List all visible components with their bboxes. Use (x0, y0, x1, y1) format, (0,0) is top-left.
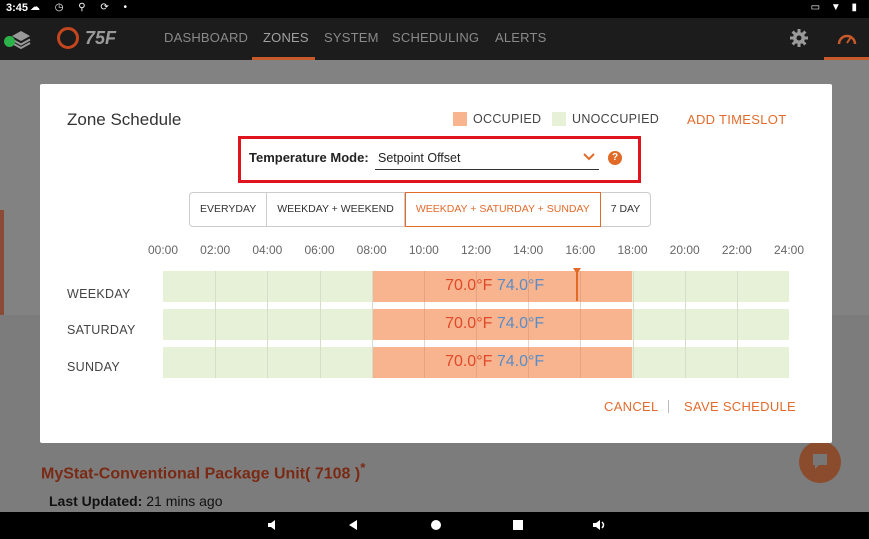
day-label-saturday: SATURDAY (67, 323, 136, 337)
schedule-type-selector: EVERYDAY WEEKDAY + WEEKEND WEEKDAY + SAT… (189, 192, 652, 227)
dialog-title: Zone Schedule (67, 110, 182, 129)
hour-gridline (371, 271, 373, 378)
status-time: 3:45 (6, 2, 29, 14)
temperature-mode-label: Temperature Mode: (249, 150, 369, 165)
temperature-mode-value: Setpoint Offset (378, 151, 461, 165)
cooling-setpoint: 74.0°F (492, 353, 545, 370)
chat-icon (813, 454, 827, 469)
hour-label: 08:00 (356, 243, 387, 257)
hour-gridline (632, 271, 634, 378)
last-updated: Last Updated: 21 mins ago (49, 493, 223, 509)
recents-icon[interactable] (511, 518, 525, 532)
volume-up-icon[interactable] (592, 518, 606, 532)
setpoint-text: 70.0°F 74.0°F (445, 353, 544, 371)
schedule-type-weekday-saturday-sunday[interactable]: WEEKDAY + SATURDAY + SUNDAY (404, 192, 601, 227)
status-icons-left: ☁ ◷ ⚲ ⟳ • (30, 2, 134, 13)
day-label-sunday: SUNDAY (67, 360, 120, 374)
hour-label: 02:00 (200, 243, 231, 257)
hour-label: 24:00 (773, 243, 805, 257)
gauge-icon[interactable] (837, 29, 857, 49)
cancel-button[interactable]: CANCEL (604, 399, 659, 414)
gear-icon[interactable] (789, 28, 809, 48)
hour-label: 22:00 (721, 243, 752, 257)
current-time-marker-tip (573, 268, 581, 274)
hour-label: 14:00 (513, 243, 544, 257)
hour-label: 20:00 (669, 243, 700, 257)
tab-alerts[interactable]: ALERTS (495, 30, 547, 45)
heating-setpoint: 70.0°F (445, 277, 493, 294)
hour-gridline (580, 271, 582, 378)
occupied-timeslot[interactable]: 70.0°F 74.0°F (371, 309, 633, 340)
volume-down-icon[interactable] (266, 518, 280, 532)
add-timeslot-button[interactable]: ADD TIMESLOT (687, 112, 786, 127)
zone-accent-bar (0, 210, 4, 320)
schedule-type-weekday-weekend[interactable]: WEEKDAY + WEEKEND (267, 193, 405, 226)
top-nav-bar: 75F DASHBOARD ZONES SYSTEM SCHEDULING AL… (0, 18, 869, 60)
setpoint-text: 70.0°F 74.0°F (445, 315, 544, 333)
hour-gridline (528, 271, 530, 378)
hour-gridline (215, 271, 217, 378)
unoccupied-legend-swatch (552, 112, 566, 126)
occupied-timeslot[interactable]: 70.0°F 74.0°F (371, 271, 633, 302)
help-icon[interactable]: ? (608, 151, 622, 165)
chevron-down-icon (583, 153, 595, 161)
hour-label: 16:00 (565, 243, 596, 257)
hour-gridline (267, 271, 269, 378)
back-icon[interactable] (346, 518, 360, 532)
hour-gridline (423, 271, 425, 378)
schedule-grid: 70.0°F 74.0°F 70.0°F 74.0°F 70.0°F 74.0°F (163, 268, 789, 378)
cooling-setpoint: 74.0°F (492, 277, 545, 294)
occupied-legend-swatch (453, 112, 467, 126)
tab-dashboard[interactable]: DASHBOARD (164, 30, 248, 45)
hour-label: 04:00 (252, 243, 283, 257)
hour-label: 06:00 (304, 243, 335, 257)
hour-label: 00:00 (147, 243, 179, 257)
occupied-timeslot[interactable]: 70.0°F 74.0°F (371, 347, 633, 378)
chat-button[interactable] (799, 441, 841, 483)
temperature-mode-dropdown[interactable]: Setpoint Offset (375, 146, 599, 170)
cooling-setpoint: 74.0°F (492, 315, 545, 332)
tab-system[interactable]: SYSTEM (324, 30, 379, 45)
home-icon[interactable] (429, 518, 443, 532)
system-nav-bar (0, 512, 869, 539)
schedule-type-7-day[interactable]: 7 DAY (601, 193, 651, 226)
button-divider (668, 400, 669, 413)
setpoint-text: 70.0°F 74.0°F (445, 277, 544, 295)
tab-scheduling[interactable]: SCHEDULING (392, 30, 479, 45)
day-label-weekday: WEEKDAY (67, 287, 131, 301)
occupied-legend-label: OCCUPIED (473, 112, 542, 126)
zone-schedule-dialog: Zone Schedule OCCUPIED UNOCCUPIED ADD TI… (40, 84, 832, 443)
hour-label: 10:00 (408, 243, 439, 257)
hour-gridline (684, 271, 686, 378)
status-bar: 3:45 ☁ ◷ ⚲ ⟳ • ▭ ▼ ▮ (0, 0, 869, 18)
unoccupied-legend-label: UNOCCUPIED (572, 112, 660, 126)
status-icons-right: ▭ ▼ ▮ (810, 2, 861, 13)
tab-zones[interactable]: ZONES (263, 30, 309, 45)
zone-title: MyStat-Conventional Package Unit( 7108 )… (41, 460, 366, 483)
connection-status-dot (4, 36, 15, 47)
save-schedule-button[interactable]: SAVE SCHEDULE (684, 399, 796, 414)
hour-gridline (319, 271, 321, 378)
hour-gridline (736, 271, 738, 378)
hour-label: 18:00 (617, 243, 648, 257)
hour-gridline (476, 271, 477, 378)
heating-setpoint: 70.0°F (445, 353, 493, 370)
hour-label: 12:00 (460, 243, 492, 257)
75f-logo: 75F (57, 26, 129, 52)
heating-setpoint: 70.0°F (445, 315, 493, 332)
schedule-type-everyday[interactable]: EVERYDAY (190, 193, 268, 226)
